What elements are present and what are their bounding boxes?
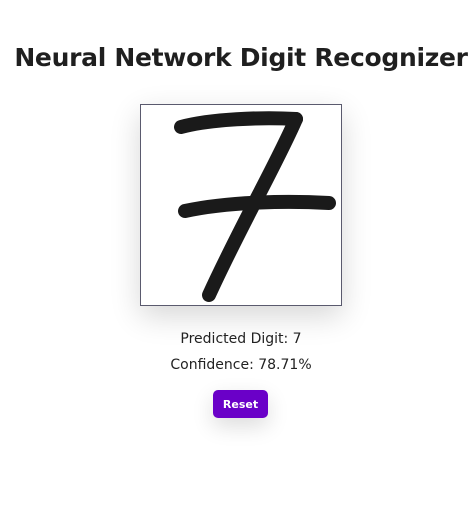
confidence-text: Confidence: 78.71% (170, 357, 312, 373)
handwritten-seven-drawing (174, 111, 336, 302)
digit-stroke-top (174, 111, 303, 134)
reset-button[interactable]: Reset (213, 390, 268, 418)
page-title: Neural Network Digit Recognizer (14, 42, 468, 72)
drawing-canvas[interactable] (140, 104, 342, 306)
predicted-digit-text: Predicted Digit: 7 (180, 331, 302, 347)
